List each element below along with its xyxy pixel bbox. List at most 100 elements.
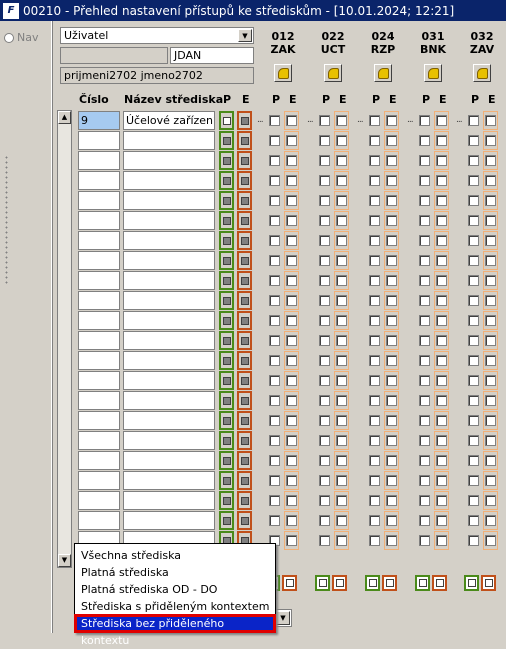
module-p-checkbox[interactable] (319, 515, 330, 526)
module-p-checkbox[interactable] (419, 155, 430, 166)
module-p-checkbox[interactable] (468, 135, 479, 146)
module-e-checkbox[interactable] (436, 135, 447, 146)
module-p-checkbox[interactable] (319, 395, 330, 406)
module-e-cell[interactable] (483, 291, 498, 310)
p-checkbox[interactable] (219, 151, 234, 170)
module-e-cell[interactable] (284, 111, 299, 130)
module-p-checkbox[interactable] (468, 475, 479, 486)
module-e-cell[interactable] (434, 271, 449, 290)
module-e-checkbox[interactable] (485, 215, 496, 226)
cislo-field[interactable] (78, 431, 120, 450)
module-e-cell[interactable] (384, 131, 399, 150)
module-e-cell[interactable] (483, 471, 498, 490)
nazev-field[interactable]: Účelové zařízení (123, 111, 215, 130)
module-key-button[interactable] (274, 64, 292, 82)
module-e-cell[interactable] (334, 331, 349, 350)
module-p-checkbox[interactable] (319, 475, 330, 486)
module-e-cell[interactable] (483, 111, 498, 130)
module-e-checkbox[interactable] (336, 235, 347, 246)
module-e-cell[interactable] (483, 311, 498, 330)
module-p-checkbox[interactable] (319, 495, 330, 506)
table-row[interactable] (78, 331, 506, 350)
module-p-checkbox[interactable] (369, 255, 380, 266)
module-p-checkbox[interactable] (269, 135, 280, 146)
module-e-cell[interactable] (284, 311, 299, 330)
nazev-field[interactable] (123, 291, 215, 310)
module-p-checkbox[interactable] (419, 175, 430, 186)
module-p-checkbox[interactable] (468, 235, 479, 246)
module-e-cell[interactable] (434, 471, 449, 490)
module-e-cell[interactable] (434, 151, 449, 170)
module-e-checkbox[interactable] (286, 315, 297, 326)
module-key-button[interactable] (473, 64, 491, 82)
cislo-field[interactable] (78, 471, 120, 490)
module-e-checkbox[interactable] (436, 275, 447, 286)
module-p-checkbox[interactable] (369, 175, 380, 186)
module-e-checkbox[interactable] (286, 335, 297, 346)
module-p-checkbox[interactable] (419, 455, 430, 466)
module-e-checkbox[interactable] (386, 395, 397, 406)
module-p-checkbox[interactable] (419, 195, 430, 206)
module-e-checkbox[interactable] (336, 455, 347, 466)
module-e-cell[interactable] (334, 531, 349, 550)
module-e-cell[interactable] (284, 271, 299, 290)
module-e-cell[interactable] (334, 271, 349, 290)
nazev-field[interactable] (123, 211, 215, 230)
module-e-cell[interactable] (434, 191, 449, 210)
module-p-checkbox[interactable] (319, 315, 330, 326)
table-row[interactable] (78, 411, 506, 430)
module-e-checkbox[interactable] (485, 535, 496, 546)
module-e-cell[interactable] (334, 411, 349, 430)
cislo-field[interactable] (78, 311, 120, 330)
module-e-cell[interactable] (334, 491, 349, 510)
module-p-checkbox[interactable] (419, 115, 430, 126)
module-p-checkbox[interactable] (369, 115, 380, 126)
module-e-checkbox[interactable] (286, 195, 297, 206)
nazev-field[interactable] (123, 431, 215, 450)
summary-e-checkbox[interactable] (282, 575, 297, 591)
module-e-checkbox[interactable] (286, 135, 297, 146)
module-e-cell[interactable] (384, 331, 399, 350)
chevron-down-icon[interactable]: ▼ (276, 611, 290, 625)
e-checkbox[interactable] (237, 271, 252, 290)
module-p-checkbox[interactable] (468, 335, 479, 346)
module-e-cell[interactable] (434, 331, 449, 350)
module-e-cell[interactable] (334, 171, 349, 190)
module-e-cell[interactable] (384, 391, 399, 410)
module-e-checkbox[interactable] (286, 535, 297, 546)
module-e-checkbox[interactable] (485, 255, 496, 266)
module-e-checkbox[interactable] (286, 155, 297, 166)
module-e-checkbox[interactable] (336, 115, 347, 126)
table-row[interactable] (78, 491, 506, 510)
module-e-checkbox[interactable] (436, 295, 447, 306)
p-checkbox[interactable] (219, 351, 234, 370)
module-e-cell[interactable] (483, 491, 498, 510)
module-p-checkbox[interactable] (468, 535, 479, 546)
module-e-checkbox[interactable] (336, 215, 347, 226)
module-e-checkbox[interactable] (286, 295, 297, 306)
module-p-checkbox[interactable] (319, 415, 330, 426)
module-e-cell[interactable] (334, 391, 349, 410)
module-e-cell[interactable] (284, 391, 299, 410)
e-checkbox[interactable] (237, 331, 252, 350)
module-p-checkbox[interactable] (468, 155, 479, 166)
module-e-cell[interactable] (284, 251, 299, 270)
module-e-cell[interactable] (384, 231, 399, 250)
module-e-cell[interactable] (334, 231, 349, 250)
e-checkbox[interactable] (237, 411, 252, 430)
module-p-checkbox[interactable] (468, 355, 479, 366)
module-e-checkbox[interactable] (386, 455, 397, 466)
cislo-field[interactable] (78, 411, 120, 430)
module-p-checkbox[interactable] (269, 455, 280, 466)
e-checkbox[interactable] (237, 371, 252, 390)
p-checkbox[interactable] (219, 291, 234, 310)
cislo-field[interactable] (78, 191, 120, 210)
module-p-checkbox[interactable] (419, 475, 430, 486)
p-checkbox[interactable] (219, 171, 234, 190)
module-e-checkbox[interactable] (436, 175, 447, 186)
module-e-cell[interactable] (334, 291, 349, 310)
module-e-checkbox[interactable] (485, 475, 496, 486)
module-e-cell[interactable] (434, 311, 449, 330)
module-p-checkbox[interactable] (369, 375, 380, 386)
module-e-cell[interactable] (334, 251, 349, 270)
